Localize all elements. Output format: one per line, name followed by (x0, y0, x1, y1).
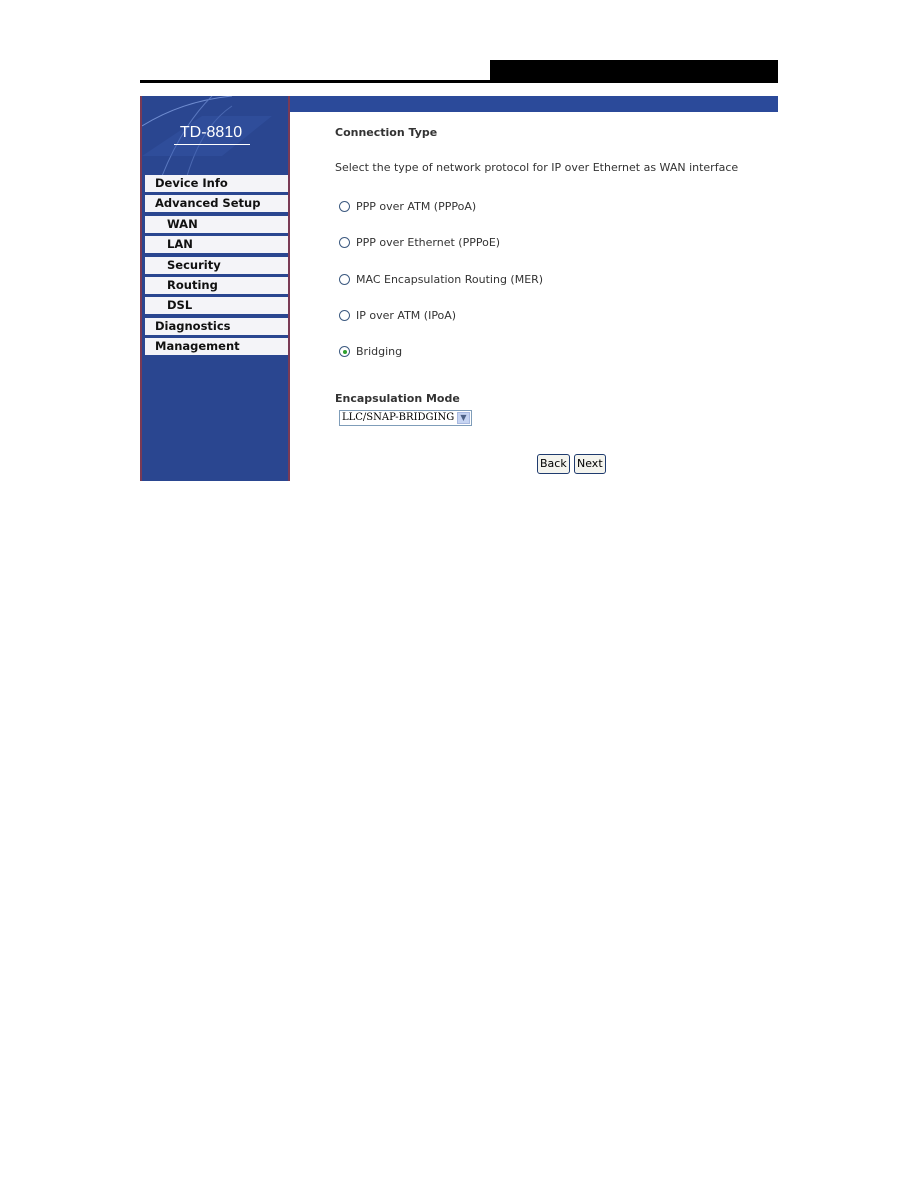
header-rule (140, 80, 778, 83)
sidebar-item-device-info[interactable]: Device Info (145, 175, 288, 192)
logo-underline (174, 144, 250, 145)
encapsulation-mode-select[interactable]: LLC/SNAP-BRIDGING ▼ (339, 410, 472, 426)
sidebar-item-wan[interactable]: WAN (145, 215, 288, 233)
radio-button[interactable] (339, 274, 350, 285)
chevron-down-icon[interactable]: ▼ (457, 412, 470, 424)
page-title: Connection Type (335, 126, 438, 139)
sidebar-item-lan[interactable]: LAN (145, 236, 288, 254)
back-button[interactable]: Back (537, 454, 570, 474)
encapsulation-mode-label: Encapsulation Mode (335, 392, 460, 405)
select-value: LLC/SNAP-BRIDGING (342, 412, 455, 423)
option-label: PPP over ATM (PPPoA) (356, 200, 477, 213)
router-ui-frame: TD-8810 Device Info Advanced Setup WAN L… (140, 96, 778, 481)
option-label: MAC Encapsulation Routing (MER) (356, 273, 544, 286)
radio-button[interactable] (339, 237, 350, 248)
model-logo: TD-8810 (179, 124, 243, 141)
option-bridging[interactable]: Bridging (339, 345, 402, 358)
sidebar: TD-8810 Device Info Advanced Setup WAN L… (140, 96, 290, 481)
option-pppoa[interactable]: PPP over ATM (PPPoA) (339, 200, 476, 213)
option-pppoe[interactable]: PPP over Ethernet (PPPoE) (339, 236, 500, 249)
option-mer[interactable]: MAC Encapsulation Routing (MER) (339, 273, 543, 286)
sidebar-menu: Device Info Advanced Setup WAN LAN Secur… (145, 175, 288, 359)
next-button[interactable]: Next (574, 454, 606, 474)
radio-button-selected[interactable] (339, 346, 350, 357)
page-description: Select the type of network protocol for … (335, 161, 739, 174)
option-label: PPP over Ethernet (PPPoE) (356, 236, 501, 249)
option-ipoa[interactable]: IP over ATM (IPoA) (339, 309, 456, 322)
radio-button[interactable] (339, 201, 350, 212)
option-label: IP over ATM (IPoA) (356, 309, 457, 322)
sidebar-item-management[interactable]: Management (145, 338, 288, 356)
sidebar-item-routing[interactable]: Routing (145, 276, 288, 294)
sidebar-item-security[interactable]: Security (145, 256, 288, 274)
sidebar-item-dsl[interactable]: DSL (145, 297, 288, 315)
sidebar-item-diagnostics[interactable]: Diagnostics (145, 317, 288, 335)
radio-button[interactable] (339, 310, 350, 321)
option-label: Bridging (356, 345, 403, 358)
sidebar-item-advanced-setup[interactable]: Advanced Setup (145, 195, 288, 213)
content-panel: Connection Type Select the type of netwo… (290, 112, 778, 481)
